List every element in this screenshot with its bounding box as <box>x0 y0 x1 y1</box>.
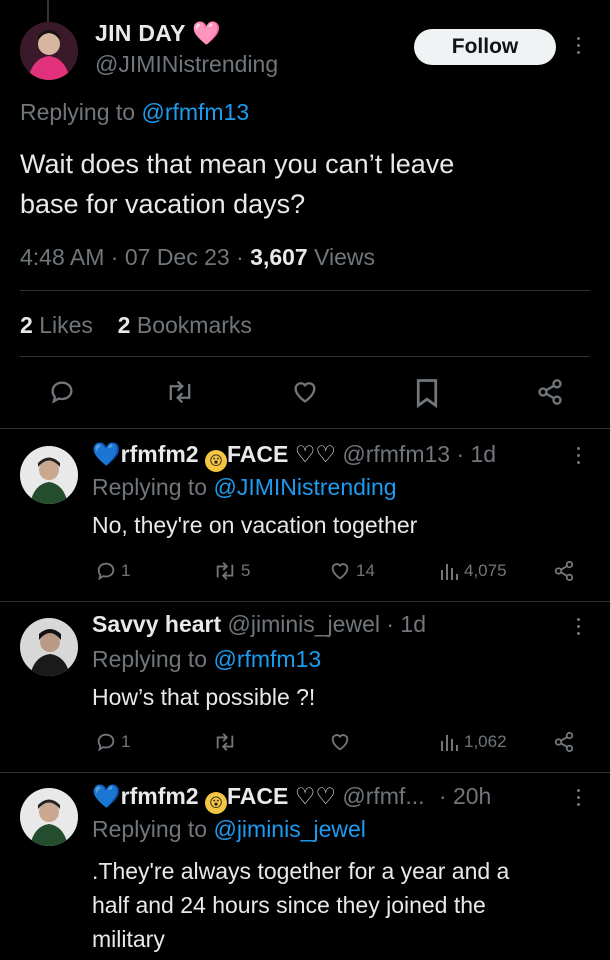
reply-avatar[interactable] <box>20 788 78 846</box>
reply-author-name[interactable]: rfmfm2 <box>121 441 199 467</box>
reply-author-name[interactable]: Savvy heart <box>92 611 221 637</box>
like-icon[interactable] <box>290 378 320 406</box>
like-icon <box>331 563 349 580</box>
like-action[interactable]: 14 <box>328 560 375 582</box>
repost-action[interactable] <box>213 731 237 753</box>
blue-heart-emoji: 💙 <box>92 783 121 809</box>
reply-age[interactable]: · 20h <box>439 783 491 809</box>
replying-to-label: Replying to <box>20 99 136 125</box>
author-handle[interactable]: @JIMINistrending <box>95 51 278 78</box>
reply-text: How’s that possible ?! <box>92 684 316 710</box>
share-icon[interactable] <box>536 378 564 406</box>
replying-to-handle[interactable]: @rfmfm13 <box>141 99 249 125</box>
pink-heart-emoji: 🩷 <box>192 20 221 46</box>
reply-count: 1 <box>121 561 131 580</box>
reply-age[interactable]: · 1d <box>456 441 496 467</box>
replying-to-handle[interactable]: @jiminis_jewel <box>213 816 365 842</box>
reply-author-handle[interactable]: @jiminis_jewel <box>228 611 380 637</box>
reply-avatar[interactable] <box>20 446 78 504</box>
more-options-icon[interactable] <box>575 789 581 806</box>
tweet-text-line: Wait does that mean you can’t leave <box>20 149 455 179</box>
replying-to-handle[interactable]: @JIMINistrending <box>213 474 396 500</box>
reply-text: .They're always together for a year and … <box>92 854 509 956</box>
reply-text-line: military <box>92 926 165 952</box>
author-name[interactable]: JIN DAY <box>95 20 185 46</box>
engagement-stats: 2 Likes 2 Bookmarks <box>20 312 252 339</box>
reply-icon <box>97 562 115 581</box>
views-label: Views <box>314 244 376 270</box>
share-icon[interactable] <box>553 560 575 582</box>
likes-count[interactable]: 2 <box>20 312 33 338</box>
reply-author-name[interactable]: rfmfm2 <box>121 783 199 809</box>
reply-age[interactable]: · 1d <box>386 611 426 637</box>
repost-icon[interactable] <box>165 378 195 406</box>
repost-icon <box>216 562 234 580</box>
repost-action[interactable]: 5 <box>213 560 250 582</box>
tweet-text-line: base for vacation days? <box>20 189 306 219</box>
reply-header: 💙rfmfm2 😮 FACE ♡♡ @rfmf... · 20h <box>92 783 491 814</box>
reply-author-handle[interactable]: @rfmf... <box>342 783 424 809</box>
hushed-face-emoji: 😮 <box>205 450 227 472</box>
follow-button[interactable]: Follow <box>414 29 556 65</box>
divider <box>20 290 590 291</box>
reply-avatar[interactable] <box>20 618 78 676</box>
more-options-icon[interactable] <box>575 447 581 464</box>
divider <box>0 772 610 773</box>
more-options-icon[interactable] <box>575 618 581 635</box>
reply-text-line: half and 24 hours since they joined the <box>92 892 486 918</box>
views-action[interactable]: 1,062 <box>440 731 507 753</box>
divider <box>0 428 610 429</box>
hushed-face-emoji: 😮 <box>205 792 227 814</box>
repost-count: 5 <box>241 561 251 580</box>
blue-heart-emoji: 💙 <box>92 441 121 467</box>
reply-text-line: .They're always together for a year and … <box>92 858 510 884</box>
reply-icon <box>97 733 115 752</box>
reply-author-name-suffix[interactable]: FACE ♡♡ <box>227 441 336 467</box>
divider <box>20 356 590 357</box>
tweet-text: Wait does that mean you can’t leave base… <box>20 144 454 224</box>
bookmarks-count[interactable]: 2 <box>118 312 131 338</box>
replying-to-handle[interactable]: @rfmfm13 <box>213 646 321 672</box>
author-avatar[interactable] <box>20 22 78 80</box>
views-icon <box>441 564 458 580</box>
reply-header: Savvy heart @jiminis_jewel · 1d <box>92 611 426 638</box>
reply-icon[interactable] <box>48 378 76 406</box>
tweet-meta: 4:48 AM · 07 Dec 23 · 3,607 Views <box>20 244 376 270</box>
views-icon <box>441 735 458 751</box>
more-options-icon[interactable] <box>575 37 581 54</box>
like-icon <box>331 734 349 751</box>
divider <box>0 601 610 602</box>
reply-text: No, they're on vacation together <box>92 512 418 538</box>
replying-to-label: Replying to <box>92 816 208 842</box>
tweet-time[interactable]: 4:48 AM <box>20 244 104 270</box>
reply-action[interactable]: 1 <box>95 731 130 753</box>
views-action[interactable]: 4,075 <box>440 560 507 582</box>
replying-to-label: Replying to <box>92 474 208 500</box>
reply-count: 1 <box>121 732 131 751</box>
bookmarks-label[interactable]: Bookmarks <box>137 312 252 338</box>
thread-connector-line <box>47 0 49 22</box>
like-count: 14 <box>356 561 375 580</box>
reply-action[interactable]: 1 <box>95 560 130 582</box>
like-action[interactable] <box>328 731 352 753</box>
reply-header: 💙rfmfm2 😮 FACE ♡♡ @rfmfm13 · 1d <box>92 441 496 472</box>
reply-author-handle[interactable]: @rfmfm13 <box>342 441 450 467</box>
replying-to-label: Replying to <box>92 646 208 672</box>
views-count: 1,062 <box>464 732 507 751</box>
bookmark-icon[interactable] <box>414 378 440 408</box>
repost-icon <box>216 733 234 751</box>
tweet-date[interactable]: 07 Dec 23 <box>125 244 230 270</box>
likes-label[interactable]: Likes <box>39 312 93 338</box>
views-count: 3,607 <box>250 244 308 270</box>
views-count: 4,075 <box>464 561 507 580</box>
reply-author-name-suffix[interactable]: FACE ♡♡ <box>227 783 336 809</box>
share-icon[interactable] <box>553 731 575 753</box>
